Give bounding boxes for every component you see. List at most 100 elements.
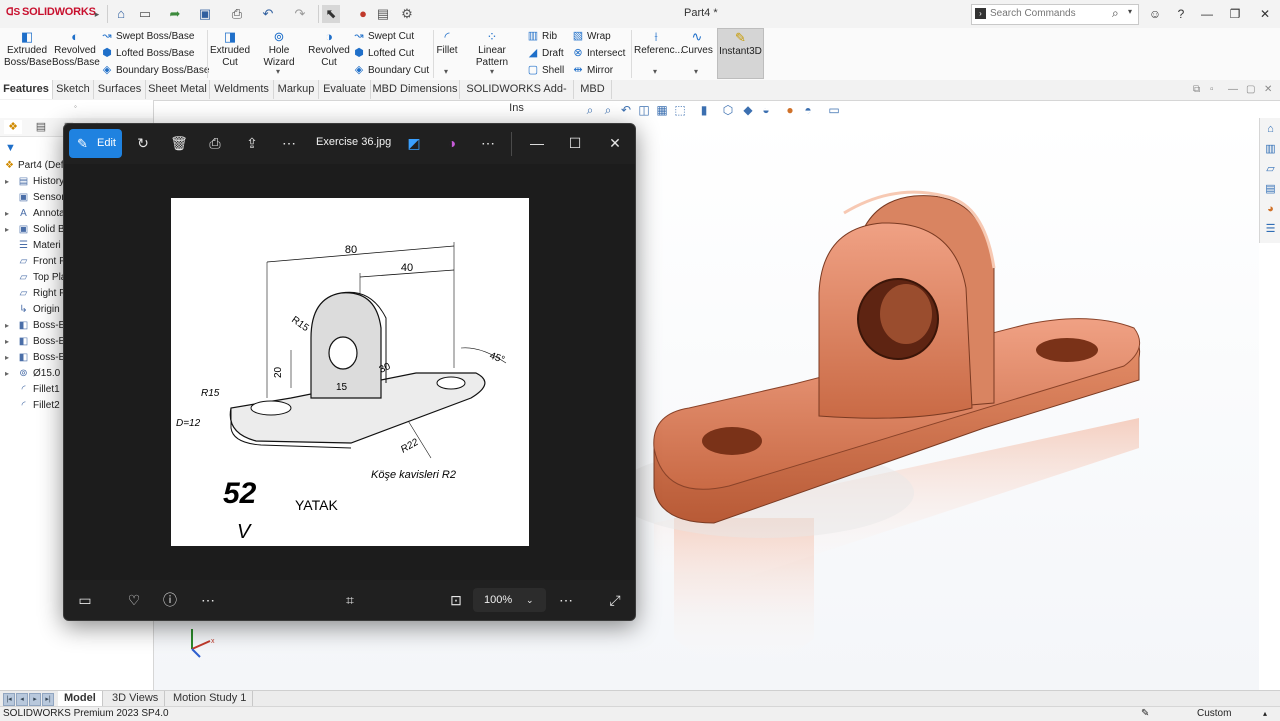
doc-close-icon[interactable]: ✕ <box>1264 84 1272 95</box>
rib-button[interactable]: ▥ Rib <box>527 29 557 45</box>
print-icon[interactable]: ⎙ <box>228 5 246 23</box>
view-orientation-icon[interactable]: ⬚ <box>672 102 688 118</box>
tab-mbd[interactable]: MBD <box>574 80 612 99</box>
intersect-button[interactable]: ⊗ Intersect <box>572 46 625 62</box>
lofted-cut-button[interactable]: ⬢ Lofted Cut <box>353 46 414 62</box>
minimize-icon[interactable]: — <box>1196 5 1218 23</box>
display-style-icon[interactable]: ▮ <box>696 102 712 118</box>
extruded-boss-button[interactable]: ◧ Extruded Boss/Base <box>4 30 52 69</box>
home-icon[interactable]: ⌂ <box>112 5 130 23</box>
mirror-button[interactable]: ⇹ Mirror <box>572 63 613 79</box>
hide-show-icon[interactable]: ⬡ <box>720 102 736 118</box>
curves-button[interactable]: ∿ Curves <box>680 30 714 57</box>
copilot-icon[interactable]: ◑ <box>441 132 463 154</box>
rotate-icon[interactable]: ↻ <box>132 132 154 154</box>
custom-properties-icon[interactable]: ☰ <box>1263 222 1278 237</box>
file-info-icon[interactable]: ⓘ <box>159 589 181 611</box>
revolved-boss-button[interactable]: ◐ Revolved Boss/Base <box>52 30 100 69</box>
fullscreen-icon[interactable]: ⤢ <box>604 589 626 611</box>
restore-icon[interactable]: ❐ <box>1224 5 1246 23</box>
appearances-icon[interactable]: ◕ <box>1263 202 1278 217</box>
rebuild-icon[interactable]: ● <box>354 5 372 23</box>
appearance-icon[interactable]: ● <box>782 102 798 118</box>
boundary-boss-button[interactable]: ◈ Boundary Boss/Base <box>101 63 210 79</box>
tab-model[interactable]: Model <box>58 691 103 706</box>
filmstrip-icon[interactable]: ▭ <box>74 589 96 611</box>
favorite-heart-icon[interactable]: ♡ <box>123 589 145 611</box>
search-input[interactable] <box>990 6 1110 21</box>
search-icon[interactable]: ⌕ <box>1112 6 1119 21</box>
first-tab-arrow-icon[interactable]: |◂ <box>3 693 15 706</box>
instant3d-button[interactable]: ✎ Instant3D <box>717 28 764 79</box>
zoom-select[interactable]: 100% ⌄ <box>473 588 546 612</box>
design-library-icon[interactable]: ▥ <box>1263 142 1278 157</box>
more-options-icon[interactable]: ⋯ <box>278 132 300 154</box>
solidworks-logo[interactable]: ᗡS SOLIDWORKS <box>6 6 96 18</box>
scene-icon[interactable]: ◓ <box>800 102 816 118</box>
feature-manager-tab-icon[interactable]: ❖ <box>4 120 22 134</box>
tab-features[interactable]: Features <box>0 80 53 99</box>
next-tab-arrow-icon[interactable]: ▸ <box>29 693 41 706</box>
tab-solidworks-add-ins[interactable]: SOLIDWORKS Add-Ins <box>460 80 574 114</box>
options-gear-icon[interactable]: ⚙ <box>398 5 416 23</box>
chevron-down-icon[interactable]: ▾ <box>1128 7 1132 16</box>
window-maximize-icon[interactable]: ☐ <box>564 132 586 154</box>
hole-wizard-button[interactable]: ⊚ Hole Wizard <box>253 30 305 69</box>
tab-sheet-metal[interactable]: Sheet Metal <box>146 80 210 99</box>
tab-surfaces[interactable]: Surfaces <box>94 80 146 99</box>
file-properties-icon[interactable]: ▤ <box>374 5 392 23</box>
tab-motion-study[interactable]: Motion Study 1 <box>167 691 254 706</box>
status-edit-icon[interactable]: ✎ <box>1141 707 1149 721</box>
fit-to-window-icon[interactable]: ⊡ <box>445 589 467 611</box>
extruded-cut-button[interactable]: ◨ Extruded Cut <box>209 30 251 69</box>
section-view-icon[interactable]: ◫ <box>636 102 652 118</box>
image-canvas[interactable]: 80 40 R15 20 15 30 45° R15 D=12 R22 Köşe… <box>64 164 635 580</box>
reference-geometry-button[interactable]: ⟊ Referenc... <box>634 30 683 57</box>
print-icon[interactable]: ⎙ <box>204 132 226 154</box>
help-icon[interactable]: ? <box>1170 5 1192 23</box>
unit-system-selector[interactable]: Custom <box>1197 707 1231 721</box>
save-icon[interactable]: ▣ <box>196 5 214 23</box>
swept-boss-button[interactable]: ↝ Swept Boss/Base <box>101 29 194 45</box>
revolved-cut-button[interactable]: ◑ Revolved Cut <box>308 30 350 69</box>
swept-cut-button[interactable]: ↝ Swept Cut <box>353 29 414 45</box>
doc-minimize-icon[interactable]: — <box>1228 84 1238 95</box>
fillet-button[interactable]: ◜ Fillet <box>436 30 458 57</box>
tab-weldments[interactable]: Weldments <box>210 80 274 99</box>
visual-search-icon[interactable]: ⌗ <box>339 589 361 611</box>
close-icon[interactable]: ✕ <box>1254 5 1276 23</box>
file-explorer-icon[interactable]: ▱ <box>1263 162 1278 177</box>
tab-markup[interactable]: Markup <box>274 80 319 99</box>
window-minimize-icon[interactable]: — <box>526 132 548 154</box>
tab-evaluate[interactable]: Evaluate <box>319 80 371 99</box>
zoom-area-icon[interactable]: ⌕ <box>600 102 616 118</box>
search-commands-box[interactable]: › ⌕ ▾ <box>971 4 1139 25</box>
draft-button[interactable]: ◢ Draft <box>527 46 564 62</box>
edit-appearance-icon[interactable]: ◆ <box>740 102 756 118</box>
image-editor-icon[interactable]: ◩ <box>403 132 425 154</box>
select-arrow-icon[interactable]: ⬉ <box>322 5 340 23</box>
more-options-icon[interactable]: ⋯ <box>197 589 219 611</box>
last-tab-arrow-icon[interactable]: ▸| <box>42 693 54 706</box>
tab-mbd-dimensions[interactable]: MBD Dimensions <box>371 80 460 99</box>
view-settings-icon[interactable]: ▭ <box>826 102 842 118</box>
menu-arrow-icon[interactable]: ▸ <box>88 5 106 23</box>
shell-button[interactable]: ▢ Shell <box>527 63 564 79</box>
previous-view-icon[interactable]: ↶ <box>618 102 634 118</box>
linear-pattern-button[interactable]: ⁘ Linear Pattern <box>462 30 522 69</box>
doc-restore-icon[interactable]: ▫ <box>1210 84 1214 95</box>
chevron-up-icon[interactable]: ▴ <box>1263 707 1267 721</box>
wrap-button[interactable]: ▧ Wrap <box>572 29 611 45</box>
user-account-icon[interactable]: ☺ <box>1144 5 1166 23</box>
filter-icon[interactable]: ▼ <box>5 142 16 154</box>
solidworks-resources-icon[interactable]: ⌂ <box>1263 122 1278 137</box>
doc-maximize-icon[interactable]: ▢ <box>1246 84 1255 95</box>
more-view-options-icon[interactable]: ⋯ <box>555 589 577 611</box>
lofted-boss-button[interactable]: ⬢ Lofted Boss/Base <box>101 46 194 62</box>
edit-button[interactable]: ✎ Edit <box>69 129 122 158</box>
delete-icon[interactable]: 🗑 <box>168 132 190 154</box>
dynamic-annotation-icon[interactable]: ▦ <box>654 102 670 118</box>
redo-icon[interactable]: ↷ <box>291 5 309 23</box>
share-icon[interactable]: ⇪ <box>241 132 263 154</box>
tab-sketch[interactable]: Sketch <box>53 80 94 99</box>
